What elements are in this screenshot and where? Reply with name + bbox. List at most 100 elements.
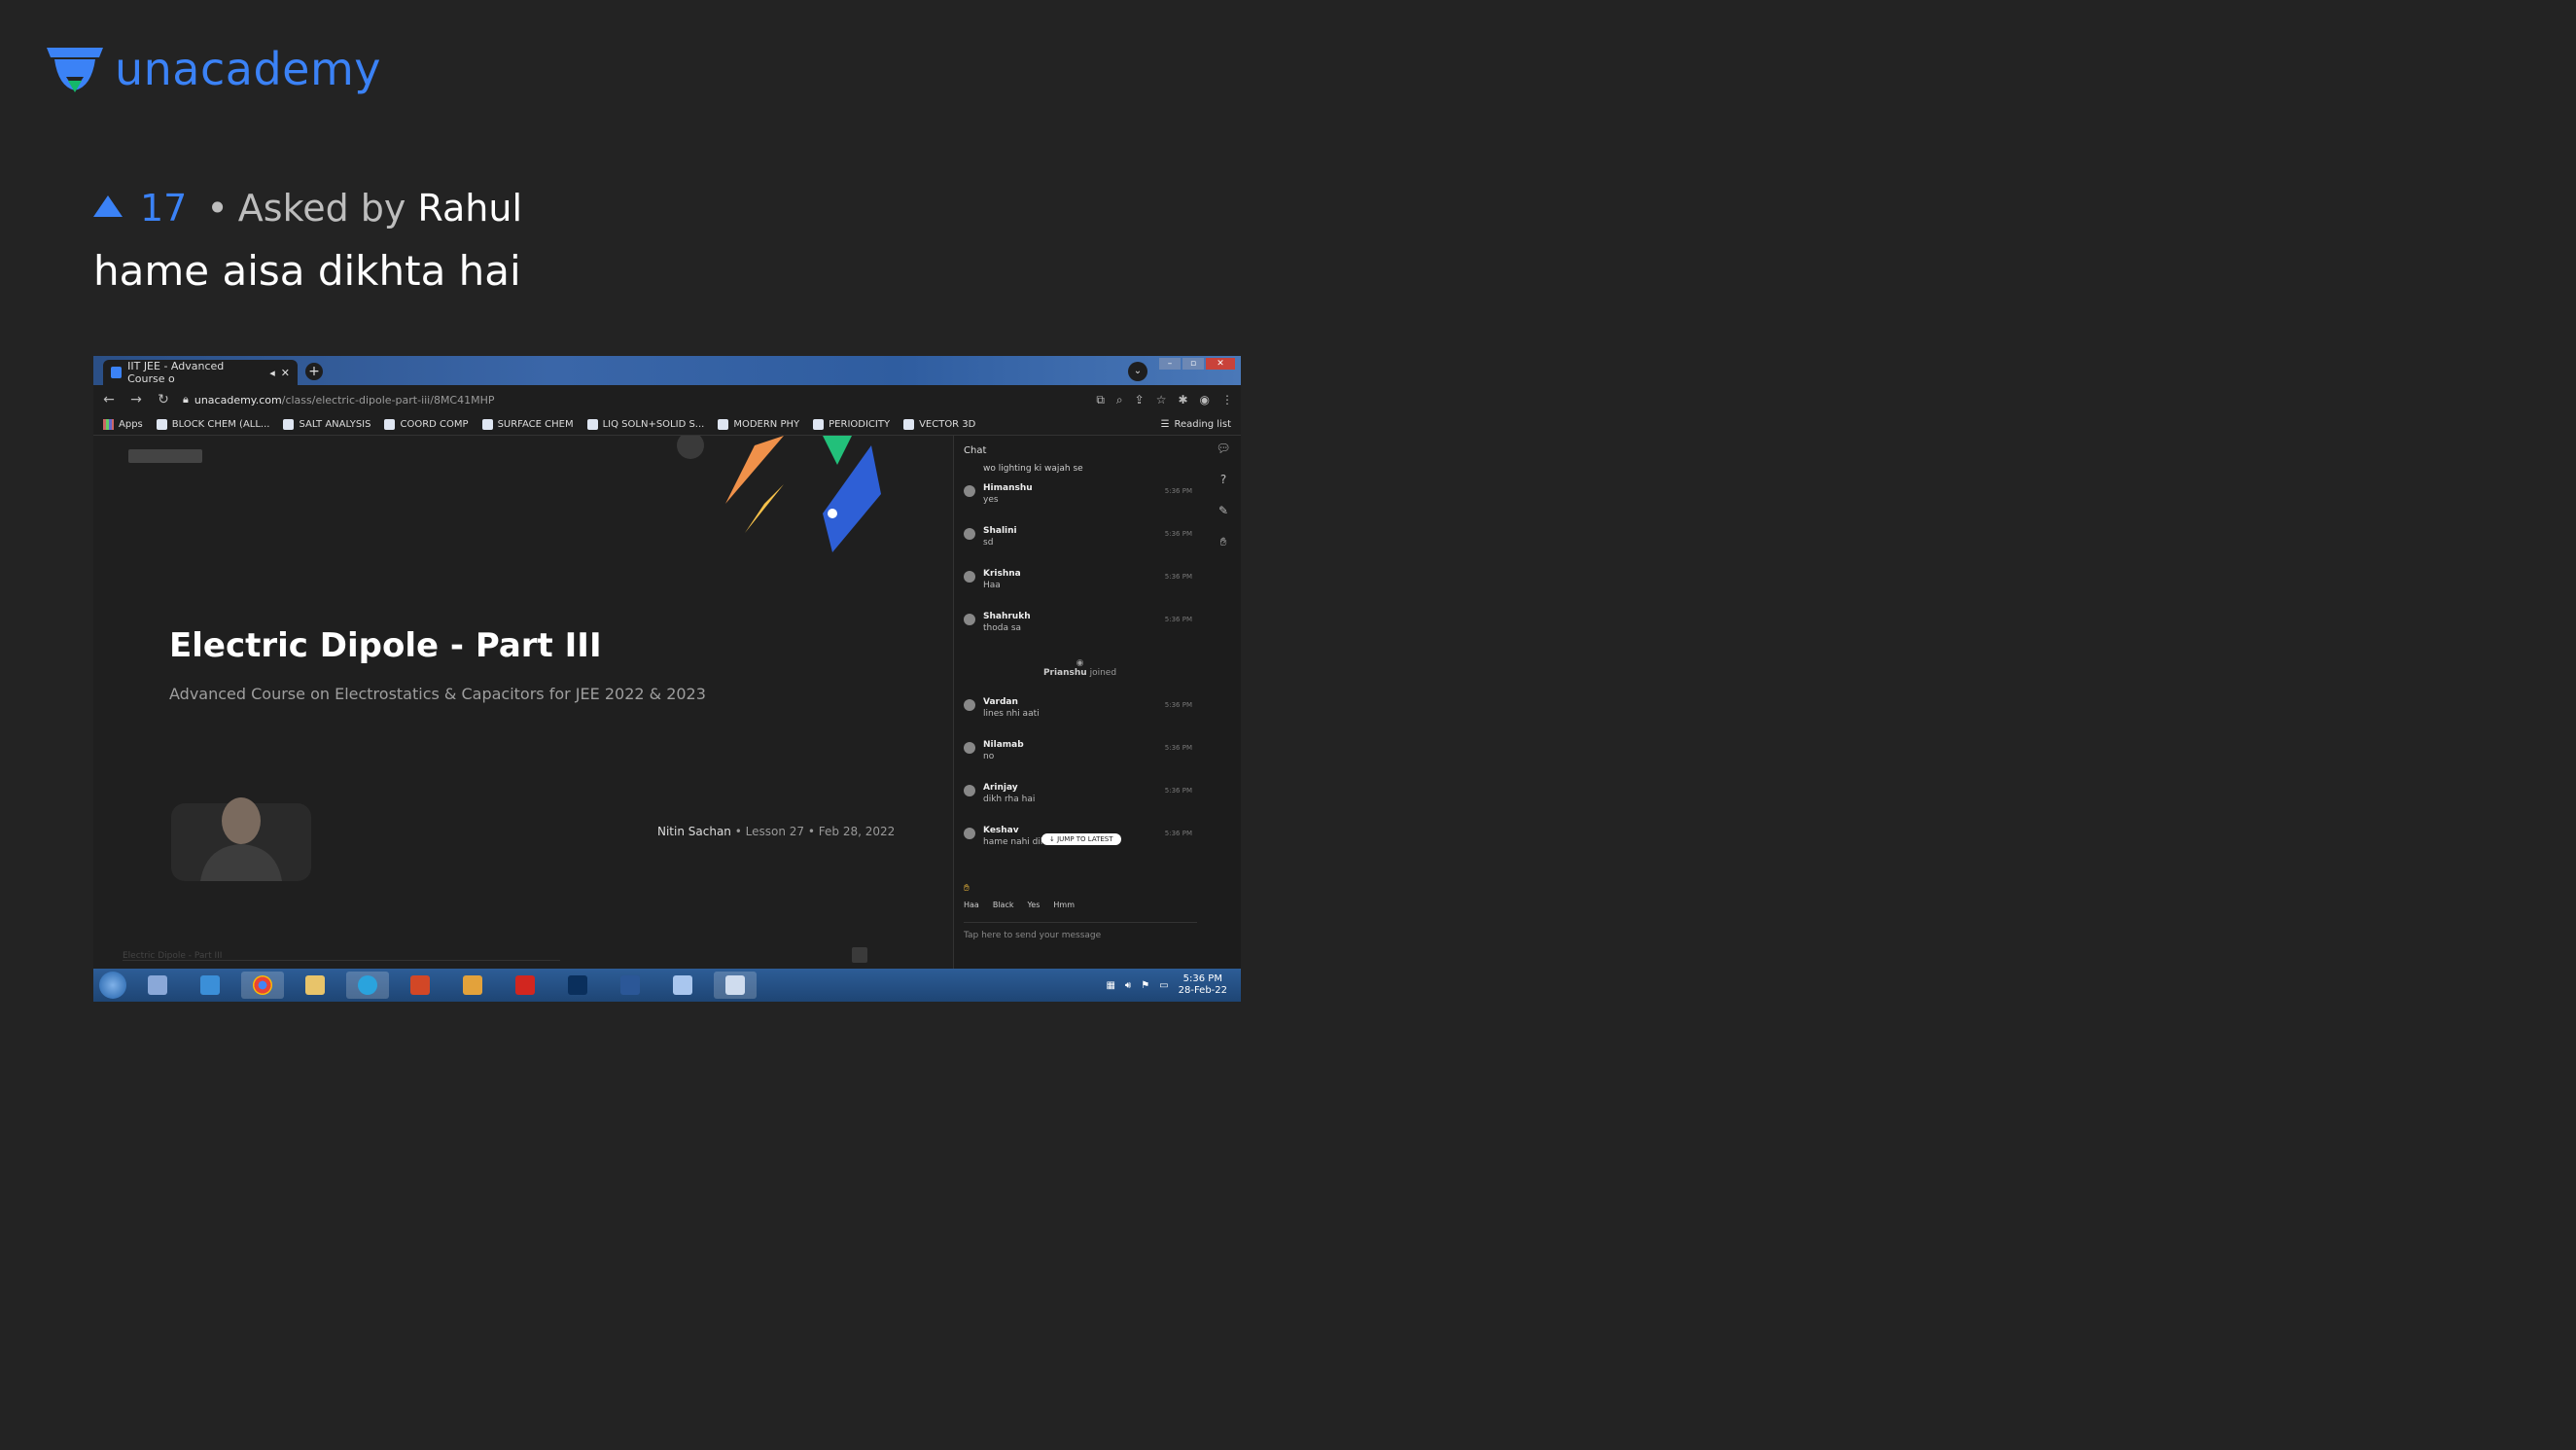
brand-name: unacademy [115,43,382,95]
star-icon[interactable]: ☆ [1156,393,1167,407]
quick-reply-button[interactable]: Black [993,901,1014,909]
bookmark-icon [813,419,825,430]
chat-message-text: no [983,752,995,761]
flag-icon[interactable]: ⚑ [1141,980,1149,991]
upvote-count: 17 [140,187,188,230]
url-path: /class/electric-dipole-part-iii/8MC41MHP [281,393,495,407]
new-tab-icon[interactable]: + [305,363,323,380]
share-icon[interactable]: ⇪ [1135,393,1145,407]
teacher-video [171,797,311,881]
avatar [964,485,975,497]
chat-message: Nilamab no 5:36 PM [954,736,1206,779]
browser-tab[interactable]: IIT JEE - Advanced Course o ◂ ✕ [103,360,298,385]
bookmark-item[interactable]: COORD COMP [384,419,469,430]
taskbar-explorer-icon[interactable] [294,972,336,999]
quick-replies: Haa Black Yes Hmm [964,901,1075,909]
menu-icon[interactable]: ⋮ [1221,393,1233,407]
bookmark-icon [283,419,295,430]
notes-icon[interactable]: ✎ [1218,504,1228,517]
slide-area: Electric Dipole - Part III Advanced Cour… [93,436,953,975]
start-button-icon[interactable] [99,972,126,999]
avatar [964,742,975,754]
avatar [964,699,975,711]
hand-raise-icon[interactable]: ✋︎ [1220,535,1227,549]
bookmark-icon [384,419,396,430]
quick-reply-button[interactable]: Hmm [1053,901,1075,909]
doubt-icon[interactable]: ? [1220,473,1226,486]
bookmark-item[interactable]: BLOCK CHEM (ALL... [156,419,269,430]
url-field[interactable]: 🔒︎ unacademy.com/class/electric-dipole-p… [183,389,1084,410]
lesson-number: Lesson 27 [745,825,805,838]
back-icon[interactable]: ← [101,392,117,407]
forward-icon[interactable]: → [128,392,144,407]
extensions-icon[interactable]: ✱ [1178,393,1187,407]
slide-subtitle: Advanced Course on Electrostatics & Capa… [169,685,706,703]
maximize-icon[interactable]: ▫ [1182,358,1204,370]
chat-time: 5:36 PM [1164,787,1192,795]
avatar: ◉ [1076,658,1084,668]
bookmark-icon [718,419,729,430]
taskbar-acrobat-icon[interactable] [504,972,547,999]
taskbar-word-icon[interactable] [609,972,652,999]
chat-message-input[interactable]: Tap here to send your message [964,922,1197,940]
bookmark-item[interactable]: LIQ SOLN+SOLID S... [586,419,704,430]
tab-title: IIT JEE - Advanced Course o [127,360,225,385]
bookmark-item[interactable]: SURFACE CHEM [481,419,574,430]
bookmark-item[interactable]: VECTOR 3D [903,419,975,430]
upvote-icon[interactable] [93,195,123,217]
unacademy-logo[interactable]: unacademy [45,43,381,95]
taskbar-media-icon[interactable] [451,972,494,999]
asker-name[interactable]: Rahul [417,187,522,230]
tab-audio-icon[interactable]: ◂ [269,367,275,379]
volume-icon[interactable]: 🔊︎ [1125,980,1131,991]
taskbar-paint-icon[interactable] [661,972,704,999]
clock-time: 5:36 PM [1182,973,1222,984]
chat-panel: Chat wo lighting ki wajah se Himanshu ye… [953,436,1206,975]
slide-tag [128,449,202,463]
slide-title: Electric Dipole - Part III [169,626,602,665]
chat-time: 5:36 PM [1164,744,1192,752]
taskbar-app-icon[interactable] [136,972,179,999]
reading-list[interactable]: ☰ Reading list [1161,419,1231,430]
tab-close-icon[interactable]: ✕ [281,367,290,379]
attached-screenshot[interactable]: IIT JEE - Advanced Course o ◂ ✕ + ⌄ – ▫ … [93,356,1241,1002]
open-external-icon[interactable]: ⧉ [1096,393,1105,407]
bookmark-apps[interactable]: Apps [103,419,143,430]
quick-reply-button[interactable]: Yes [1027,901,1040,909]
zoom-icon[interactable]: ⌕ [1116,393,1123,407]
tab-search-icon[interactable]: ⌄ [1128,362,1147,381]
taskbar-ie-icon[interactable] [189,972,231,999]
taskbar-photoshop-icon[interactable] [556,972,599,999]
minimize-icon[interactable]: – [1159,358,1181,370]
chat-time: 5:36 PM [1164,487,1192,495]
chat-message-text: yes [983,495,999,505]
bookmark-item[interactable]: PERIODICITY [813,419,890,430]
window-controls: – ▫ ✕ [1159,358,1235,370]
address-bar-row: ← → ↻ 🔒︎ unacademy.com/class/electric-di… [93,385,1241,414]
address-actions: ⧉ ⌕ ⇪ ☆ ✱ ◉ ⋮ [1096,393,1233,407]
question-meta: 17 • Asked by Rahul [93,187,522,230]
slide-meta: Nitin Sachan • Lesson 27 • Feb 28, 2022 [657,825,896,838]
reload-icon[interactable]: ↻ [156,392,171,407]
window-close-icon[interactable]: ✕ [1206,358,1235,370]
quick-reply-button[interactable]: Haa [964,901,979,909]
taskbar-telegram-icon[interactable] [346,972,389,999]
avatar [964,614,975,625]
bookmark-item[interactable]: MODERN PHY [718,419,799,430]
jump-to-latest-button[interactable]: ↓ JUMP TO LATEST [1041,833,1121,845]
bookmark-item[interactable]: SALT ANALYSIS [283,419,371,430]
bookmark-icon [903,419,915,430]
chat-time: 5:36 PM [1164,830,1192,837]
taskbar-powerpoint-icon[interactable] [399,972,441,999]
taskbar-chrome-icon[interactable] [241,972,284,999]
network-icon[interactable]: ▦ [1106,980,1114,991]
slide-decoration-graphic [677,436,881,552]
taskbar-notepad-icon[interactable] [714,972,757,999]
system-clock[interactable]: 5:36 PM 28-Feb-22 [1179,973,1235,998]
fullscreen-icon[interactable] [852,947,867,963]
chat-icon[interactable]: 💬︎ [1216,442,1230,455]
chat-message-text: thoda sa [983,623,1022,633]
profile-avatar-icon[interactable]: ◉ [1200,393,1210,407]
display-icon[interactable]: ▭ [1159,980,1168,991]
browser-tabbar: IIT JEE - Advanced Course o ◂ ✕ + ⌄ – ▫ … [93,356,1241,385]
